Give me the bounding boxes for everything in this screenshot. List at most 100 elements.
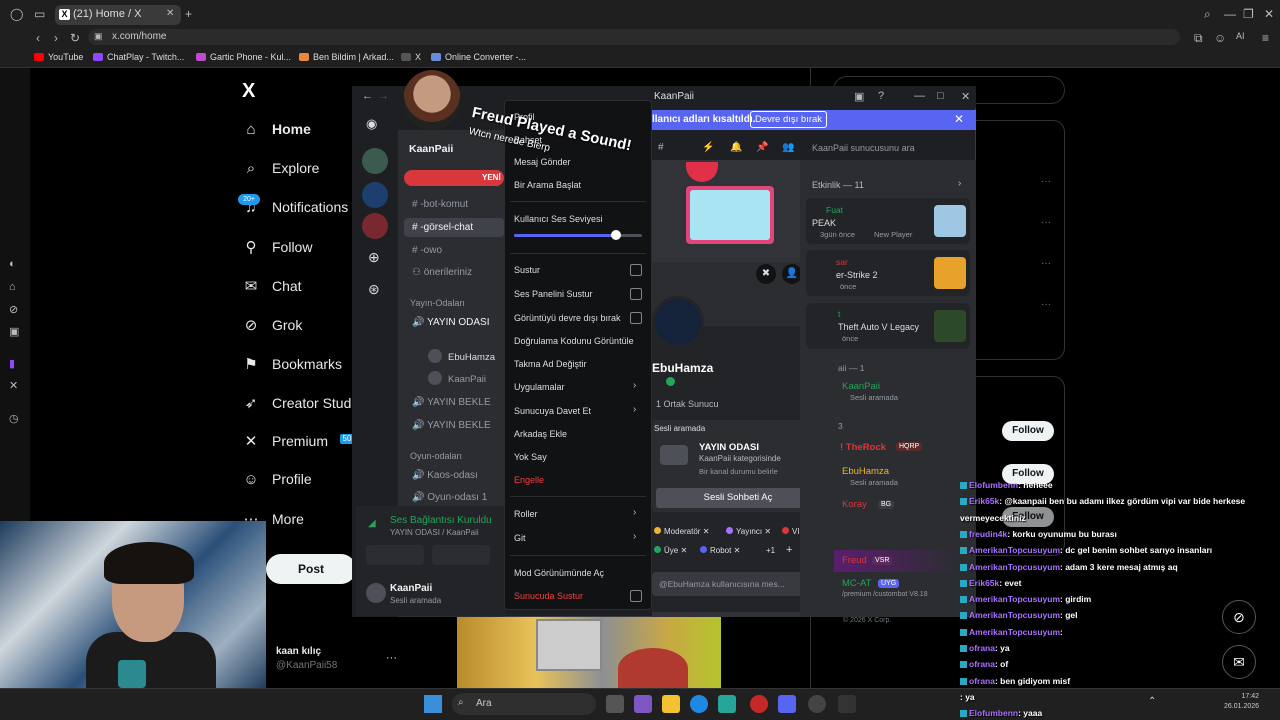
channel-gorsel-chat[interactable]: # -görsel-chat [412, 222, 473, 233]
extension-icon[interactable]: ⌂ [9, 281, 16, 293]
disable-video-checkbox[interactable] [630, 312, 642, 324]
taskbar-search[interactable]: Ara [452, 693, 596, 715]
menu-roles[interactable]: Roller [514, 509, 538, 519]
task-view-icon[interactable] [606, 695, 624, 713]
profile-avatar[interactable] [652, 296, 704, 348]
tools-icon[interactable]: ⊘ [9, 303, 18, 316]
menu-apps[interactable]: Uygulamalar [514, 382, 565, 392]
discord-help-icon[interactable]: ? [878, 90, 884, 102]
menu-verify-code[interactable]: Doğrulama Kodunu Görüntüle [514, 336, 634, 346]
server-icon[interactable] [362, 213, 388, 239]
history-icon[interactable]: ◷ [9, 412, 19, 425]
nav-profile[interactable]: ☺ Profile [242, 471, 311, 488]
discord-home-icon[interactable]: ◉ [366, 116, 377, 132]
x-app-icon[interactable]: ✕ [9, 379, 18, 392]
discord-inbox-icon[interactable]: ▣ [854, 90, 864, 103]
grok-float-button[interactable]: ⊘ [1222, 600, 1256, 634]
role-chip[interactable]: Robot ✕ [700, 546, 740, 555]
discord-taskbar-icon[interactable] [778, 695, 796, 713]
channel-bot-komut[interactable]: # -bot-komut [412, 199, 468, 210]
pinned-icon[interactable]: 📌 [756, 142, 768, 153]
ai-icon[interactable]: AI [1236, 31, 1245, 41]
nav-explore[interactable]: ⌕ Explore [242, 160, 320, 177]
account-handle[interactable]: @KaanPaii58 [276, 660, 337, 671]
messenger-icon[interactable]: ▣ [9, 325, 19, 338]
banner-close-icon[interactable]: ✕ [954, 112, 964, 126]
camera-off-button[interactable] [366, 545, 424, 565]
member-koray[interactable]: Koray [842, 499, 867, 510]
discord-back-icon[interactable]: ← [362, 90, 373, 102]
mutual-servers[interactable]: 1 Ortak Sunucu [656, 399, 719, 409]
bookmark-gartic[interactable]: Gartic Phone - Kul... [196, 52, 291, 62]
voice-status-sub[interactable]: YAYIN ODASI / KaanPaii [390, 528, 479, 537]
aria-icon[interactable]: ◐ [9, 258, 16, 270]
app-icon[interactable] [838, 695, 856, 713]
threads-icon[interactable]: # [658, 142, 664, 153]
menu-add-friend[interactable]: Arkadaş Ekle [514, 429, 567, 439]
discord-close-icon[interactable]: ✕ [961, 90, 970, 103]
disable-button[interactable]: Devre dışı bırak [750, 111, 827, 128]
nav-premium[interactable]: ✕ Premium [242, 432, 328, 450]
system-clock[interactable]: 17:42 26.01.2026 [1224, 692, 1259, 712]
add-role-icon[interactable]: + [786, 544, 792, 556]
trend-more-icon[interactable]: ··· [1041, 299, 1051, 310]
server-icon[interactable] [362, 148, 388, 174]
role-chip[interactable]: Üye ✕ [654, 546, 687, 555]
channel-owo[interactable]: # -owo [412, 245, 442, 256]
post-button[interactable]: Post [266, 554, 356, 584]
voice-channel-kaos-odasi[interactable]: 🔊 Kaos-odası [412, 470, 478, 481]
menu-server-mute[interactable]: Sunucuda Sustur [514, 591, 583, 601]
user-name[interactable]: KaanPaii [390, 583, 432, 594]
bookmark-converter[interactable]: Online Converter -... [431, 52, 526, 62]
start-icon[interactable] [424, 695, 442, 713]
menu-ignore[interactable]: Yok Say [514, 452, 547, 462]
browser-tab[interactable]: (21) Home / X [55, 5, 181, 25]
voice-status[interactable]: Ses Bağlantısı Kuruldu [390, 515, 492, 526]
new-tab-icon[interactable]: + [185, 7, 192, 21]
follow-button[interactable]: Follow [1002, 421, 1054, 441]
channel-onerileriniz[interactable]: ⚇ önerileriniz [412, 267, 472, 278]
extensions-icon[interactable]: ⧉ [1194, 31, 1203, 46]
dm-message-input[interactable]: @EbuHamza kullanıcısına mes... [652, 572, 824, 596]
member-ebuhamza[interactable]: EbuHamza [842, 466, 889, 477]
tab-menu-icon[interactable]: ▭ [34, 7, 45, 21]
nav-creator-studio[interactable]: ➶ Creator Stud [242, 394, 352, 412]
menu-mute[interactable]: Sustur [514, 265, 540, 275]
file-explorer-icon[interactable] [662, 695, 680, 713]
member-list-icon[interactable]: 👥 [782, 142, 794, 153]
user-avatar[interactable] [366, 583, 386, 603]
reload-icon[interactable]: ↻ [70, 31, 80, 45]
bookmark-x[interactable]: X [401, 52, 421, 62]
voice-user-ebuhamza[interactable]: EbuHamza [428, 349, 495, 363]
add-friend-icon[interactable]: 👤 [782, 264, 802, 284]
role-chip[interactable]: Yayıncı ✕ [726, 527, 771, 536]
member-kaanpaii[interactable]: KaanPaii [842, 381, 880, 392]
account-more-button[interactable]: ··· [386, 652, 397, 664]
menu-disable-video[interactable]: Görüntüyü devre dışı bırak [514, 313, 621, 323]
open-voice-chat-button[interactable]: Sesli Sohbeti Aç [656, 488, 820, 508]
search-tabs-icon[interactable]: ⌕ [1204, 7, 1211, 22]
close-window-icon[interactable]: ✕ [1264, 7, 1274, 21]
menu-mod-view[interactable]: Mod Görünümünde Aç [514, 568, 604, 578]
screen-share-button[interactable] [432, 545, 490, 565]
server-mute-checkbox[interactable] [630, 590, 642, 602]
discord-minimize-icon[interactable]: — [914, 90, 925, 102]
back-icon[interactable]: ‹ [36, 31, 40, 45]
bookmark-chatplay[interactable]: ChatPlay - Twitch... [93, 52, 184, 62]
browser-menu-icon[interactable]: ≡ [1262, 31, 1269, 45]
obs-icon[interactable] [808, 695, 826, 713]
voice-box-status[interactable]: Bir kanal durumu belirle [699, 467, 778, 476]
voice-user-kaanpaii[interactable]: KaanPaii [428, 371, 486, 385]
menu-send-message[interactable]: Mesaj Gönder [514, 157, 571, 167]
more-roles[interactable]: +1 [766, 546, 775, 555]
voice-channel-yayin-bekle[interactable]: 🔊 YAYIN BEKLE [412, 397, 491, 408]
copilot-icon[interactable] [634, 695, 652, 713]
tray-chevron-icon[interactable]: ⌃ [1148, 696, 1156, 707]
soundboard-mute-checkbox[interactable] [630, 288, 642, 300]
member-therock[interactable]: ! TheRock [840, 442, 886, 453]
x-logo[interactable]: X [242, 80, 255, 103]
opera-icon[interactable] [750, 695, 768, 713]
site-info-icon[interactable]: ▣ [94, 31, 103, 42]
account-icon[interactable]: ☺ [1214, 31, 1226, 45]
category-yayin-odalari[interactable]: Yayın-Odaları [410, 298, 465, 308]
